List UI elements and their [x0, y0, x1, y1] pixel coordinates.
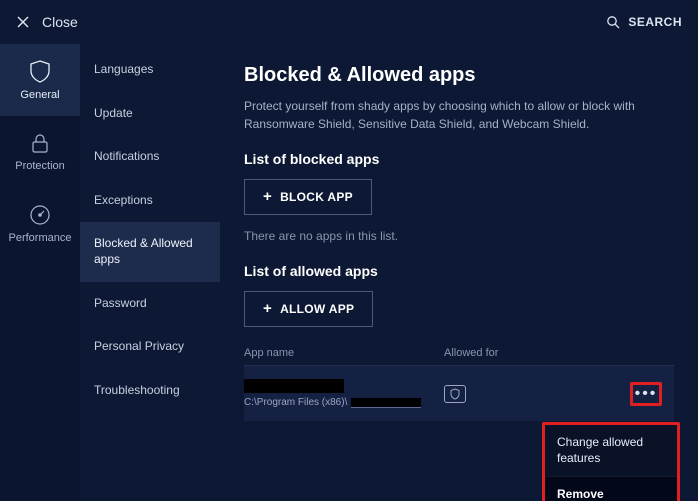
page-title: Blocked & Allowed apps — [244, 64, 674, 87]
allow-app-button[interactable]: + ALLOW APP — [244, 291, 373, 327]
row-more-button[interactable]: ••• — [630, 382, 662, 406]
allowed-heading: List of allowed apps — [244, 263, 674, 279]
subnav-update[interactable]: Update — [80, 92, 220, 136]
subnav-languages[interactable]: Languages — [80, 48, 220, 92]
secondary-nav: Languages Update Notifications Exception… — [80, 44, 220, 501]
search-button[interactable]: SEARCH — [606, 15, 682, 29]
close-label: Close — [42, 14, 78, 30]
nav-general-label: General — [20, 89, 59, 101]
subnav-blocked-allowed[interactable]: Blocked & Allowed apps — [80, 222, 220, 281]
search-icon — [606, 15, 620, 29]
allow-app-label: ALLOW APP — [280, 302, 354, 316]
nav-general[interactable]: General — [0, 44, 80, 116]
subnav-personal-privacy[interactable]: Personal Privacy — [80, 325, 220, 369]
allowed-table-header: App name Allowed for — [244, 341, 674, 365]
subnav-notifications[interactable]: Notifications — [80, 135, 220, 179]
nav-performance[interactable]: Performance — [0, 188, 80, 260]
col-app-name: App name — [244, 347, 444, 359]
blocked-empty-text: There are no apps in this list. — [244, 229, 674, 243]
subnav-troubleshooting[interactable]: Troubleshooting — [80, 369, 220, 413]
nav-performance-label: Performance — [9, 232, 72, 244]
menu-change-features[interactable]: Change allowed features — [545, 425, 677, 476]
block-app-label: BLOCK APP — [280, 190, 353, 204]
nav-protection-label: Protection — [15, 160, 65, 172]
close-icon — [16, 15, 30, 29]
shield-icon — [29, 59, 51, 83]
blocked-heading: List of blocked apps — [244, 151, 674, 167]
primary-nav: General Protection Performance — [0, 44, 80, 501]
table-row[interactable]: C:\Program Files (x86)\ ••• — [244, 365, 674, 421]
webcam-shield-icon — [444, 385, 466, 403]
block-app-button[interactable]: + BLOCK APP — [244, 179, 372, 215]
col-allowed-for: Allowed for — [444, 347, 584, 359]
app-name-redacted — [244, 379, 344, 393]
nav-protection[interactable]: Protection — [0, 116, 80, 188]
subnav-password[interactable]: Password — [80, 282, 220, 326]
menu-remove[interactable]: Remove — [545, 476, 677, 501]
lock-icon — [30, 132, 50, 154]
gauge-icon — [29, 204, 51, 226]
app-path-redacted — [351, 398, 421, 408]
app-path: C:\Program Files (x86)\ — [244, 397, 444, 408]
search-label: SEARCH — [628, 15, 682, 29]
row-context-menu: Change allowed features Remove — [542, 422, 680, 501]
close-button[interactable]: Close — [16, 14, 78, 30]
subnav-exceptions[interactable]: Exceptions — [80, 179, 220, 223]
content-area: Blocked & Allowed apps Protect yourself … — [220, 44, 698, 501]
page-description: Protect yourself from shady apps by choo… — [244, 97, 674, 133]
